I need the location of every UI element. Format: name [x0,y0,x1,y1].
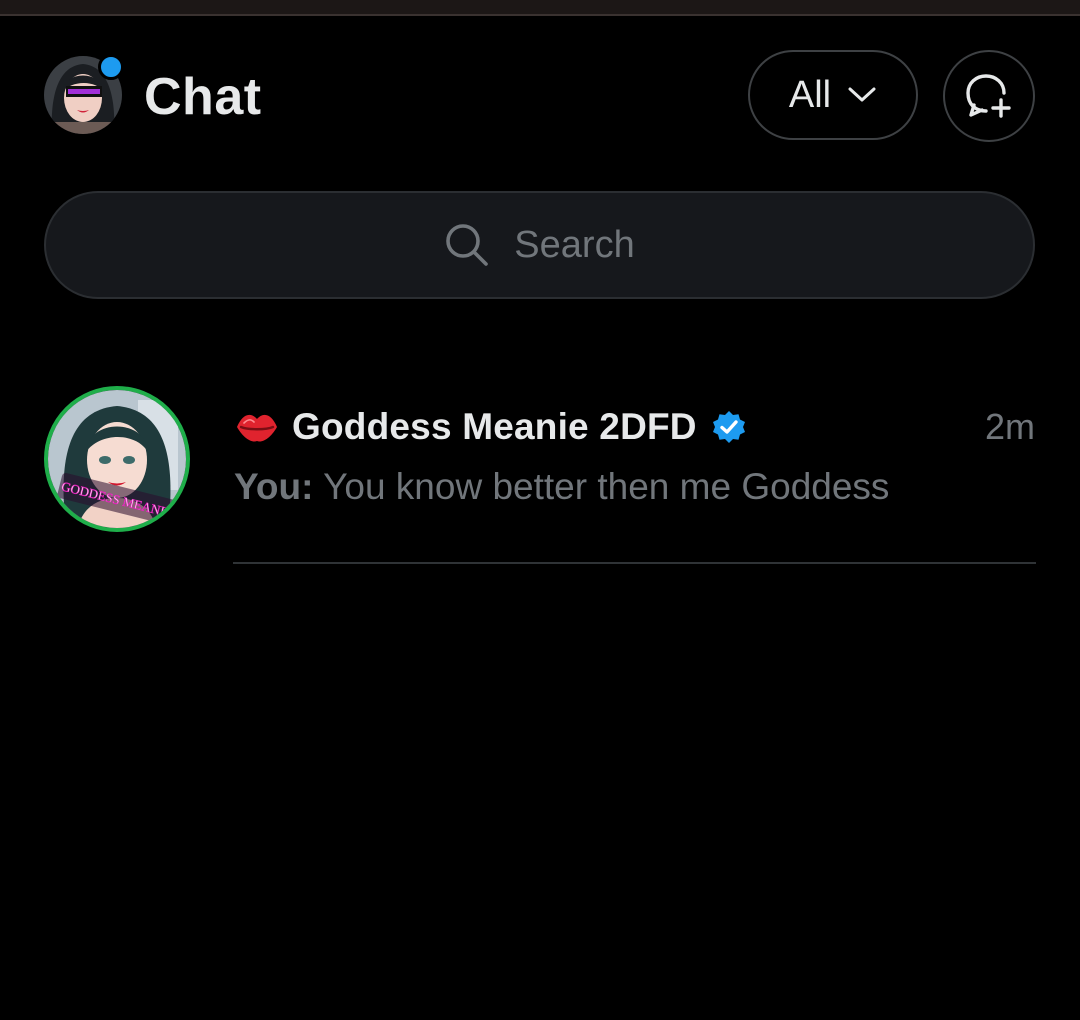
conversation-divider [233,562,1036,564]
new-chat-button[interactable] [943,50,1035,142]
conversation-name-line: Goddess Meanie 2DFD [234,402,747,452]
search-placeholder: Search [514,223,635,266]
conversation-item[interactable]: GODDESS MEANIE Goddess Meanie 2DFD 2m Yo… [0,370,1080,564]
conversation-timestamp: 2m [984,406,1035,447]
search-icon [446,224,489,266]
conversation-avatar-image: GODDESS MEANIE [48,390,186,528]
search-input[interactable]: Search [44,191,1035,299]
filter-label: All [788,73,832,116]
conversation-avatar: GODDESS MEANIE [44,386,190,532]
window-top-strip [0,0,1080,16]
conversation-preview: You: You know better then me Goddess [234,466,889,508]
verified-badge-icon [712,411,745,443]
preview-text: You know better then me Goddess [323,466,890,507]
conversation-name: Goddess Meanie 2DFD [292,406,697,447]
preview-sender: You: [234,466,314,507]
lips-icon [237,414,277,442]
page-title: Chat [144,68,262,126]
chevron-down-icon [848,87,876,102]
new-message-icon [966,74,1011,118]
unread-indicator-dot [98,54,124,80]
filter-dropdown-button[interactable]: All [748,50,918,140]
